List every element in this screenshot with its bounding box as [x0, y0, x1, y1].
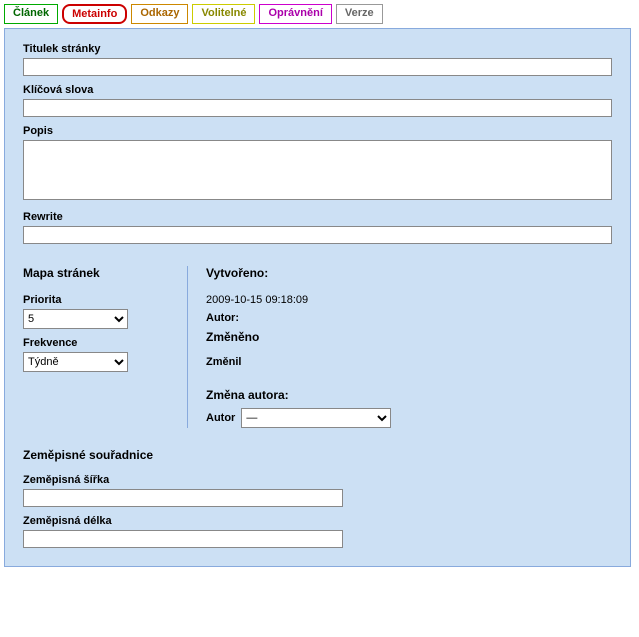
rewrite-input[interactable]: [23, 226, 612, 244]
sirka-input[interactable]: [23, 489, 343, 507]
autor-field-label: Autor: [206, 412, 235, 424]
popis-label: Popis: [23, 125, 612, 137]
sitemap-head: Mapa stránek: [23, 266, 163, 280]
meta-section: Vytvořeno: 2009-10-15 09:18:09 Autor: Zm…: [187, 266, 612, 428]
priorita-select[interactable]: 5: [23, 309, 128, 329]
vytvoreno-value: 2009-10-15 09:18:09: [206, 294, 612, 306]
popis-textarea[interactable]: [23, 140, 612, 200]
tab-metainfo[interactable]: Metainfo: [62, 4, 127, 24]
frekvence-label: Frekvence: [23, 337, 163, 349]
metainfo-panel: Titulek stránky Klíčová slova Popis Rewr…: [4, 28, 631, 567]
autor-select[interactable]: —: [241, 408, 391, 428]
klicova-label: Klíčová slova: [23, 84, 612, 96]
titulek-label: Titulek stránky: [23, 43, 612, 55]
delka-input[interactable]: [23, 530, 343, 548]
frekvence-select[interactable]: Týdně: [23, 352, 128, 372]
sitemap-section: Mapa stránek Priorita 5 Frekvence Týdně: [23, 266, 163, 428]
delka-label: Zeměpisná délka: [23, 515, 612, 527]
tab-opravneni[interactable]: Oprávnění: [259, 4, 331, 24]
geo-head: Zeměpisné souřadnice: [23, 448, 612, 462]
priorita-label: Priorita: [23, 294, 163, 306]
vytvoreno-label: Vytvořeno:: [206, 266, 612, 280]
tab-odkazy[interactable]: Odkazy: [131, 4, 188, 24]
zmena-autora-label: Změna autora:: [206, 388, 612, 402]
sirka-label: Zeměpisná šířka: [23, 474, 612, 486]
titulek-input[interactable]: [23, 58, 612, 76]
zmenil-label: Změnil: [206, 356, 612, 368]
klicova-input[interactable]: [23, 99, 612, 117]
tab-verze[interactable]: Verze: [336, 4, 383, 24]
zmeneno-label: Změněno: [206, 330, 612, 344]
tabs-bar: Článek Metainfo Odkazy Volitelné Oprávně…: [2, 2, 637, 24]
autor-label: Autor:: [206, 312, 612, 324]
geo-section: Zeměpisné souřadnice Zeměpisná šířka Zem…: [23, 448, 612, 548]
tab-clanek[interactable]: Článek: [4, 4, 58, 24]
tab-volitelne[interactable]: Volitelné: [192, 4, 255, 24]
rewrite-label: Rewrite: [23, 211, 612, 223]
